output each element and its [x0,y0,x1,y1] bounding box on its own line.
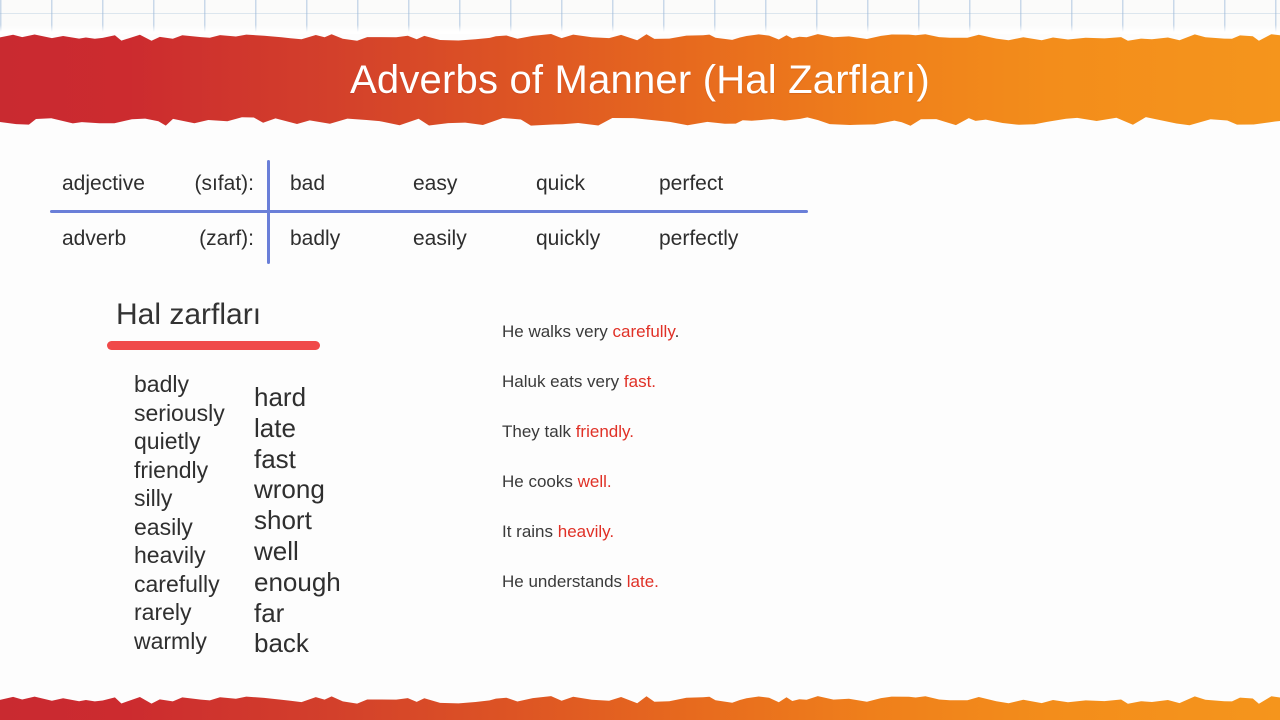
row-label-main: adverb [62,227,127,250]
sentence-highlight: carefully [612,322,675,341]
sentence-highlight: heavily. [557,522,615,541]
list-item: hard [254,382,307,412]
list-item: rarely [134,599,192,625]
sentence-highlight: friendly. [575,422,634,441]
list-item: silly [134,485,173,511]
list-item: well [254,535,299,566]
list-item: wrong [254,474,325,505]
example-sentence: He cooks well. [502,471,922,493]
sentence-text: He walks very [502,322,613,341]
sentence-highlight: well. [577,472,612,491]
example-sentence: It rains heavily. [502,521,922,543]
sentence-tail: . [674,322,680,341]
row-label-adverb: adverb (zarf): [50,227,260,251]
row-label-translation: (zarf): [199,227,254,250]
list-item: heavily [134,542,206,568]
list-item: friendly [134,456,209,483]
example-sentence: Haluk eats very fast. [502,371,922,393]
list-item: carefully [134,570,220,597]
word-list-column-one: badly seriously quietly friendly silly e… [134,370,254,659]
heading-underline-rule [107,341,320,350]
list-item: short [254,505,312,536]
row-words-adverb: badly easily quickly perfectly [290,227,782,251]
table-cell: quick [536,172,586,195]
sentence-text: Haluk eats very [502,372,624,391]
sentence-highlight: fast. [623,372,657,391]
section-heading: Hal zarfları [107,298,320,350]
table-cell: perfectly [659,227,739,250]
example-sentence: They talk friendly. [502,421,922,443]
table-cell: perfect [659,172,724,195]
row-label-main: adjective [62,172,145,195]
graph-paper-strip [0,0,1280,34]
list-item: quietly [134,428,201,454]
row-label-translation: (sıfat): [194,172,254,195]
row-label-adjective: adjective (sıfat): [50,172,260,196]
sentence-highlight: late. [626,572,659,591]
example-sentence: He understands late. [502,571,922,593]
sentence-text: He understands [502,572,627,591]
sentence-text: It rains [502,522,558,541]
table-cell: quickly [536,227,601,250]
table-cell: bad [290,172,326,195]
list-item: far [254,597,285,628]
list-item: back [254,628,309,659]
adverb-word-lists: badly seriously quietly friendly silly e… [134,370,384,659]
section-heading-text: Hal zarfları [116,298,262,331]
sentence-text: They talk [502,422,576,441]
table-row: adverb (zarf): badly easily quickly perf… [50,213,808,265]
table-cell: easy [413,172,458,195]
table-cell: easily [413,227,467,250]
page-title: Adverbs of Manner (Hal Zarfları) [350,57,930,102]
table-cell: badly [290,227,341,250]
list-item: enough [254,566,341,597]
row-words-adjective: bad easy quick perfect [290,172,782,196]
example-sentence: He walks very carefully. [502,321,922,343]
list-item: easily [134,513,193,540]
list-item: warmly [134,627,207,654]
list-item: badly [134,371,189,397]
list-item: seriously [134,399,225,426]
word-list-column-two: hard late fast wrong short well enough f… [254,382,384,659]
example-sentences: He walks very carefully. Haluk eats very… [502,321,922,593]
table-row: adjective (sıfat): bad easy quick perfec… [50,158,808,210]
footer-banner [0,696,1280,720]
sentence-text: He cooks [502,472,578,491]
list-item: late [254,412,296,443]
title-banner: Adverbs of Manner (Hal Zarfları) [0,34,1280,126]
adjective-adverb-table: adjective (sıfat): bad easy quick perfec… [50,158,810,266]
list-item: fast [254,443,296,474]
